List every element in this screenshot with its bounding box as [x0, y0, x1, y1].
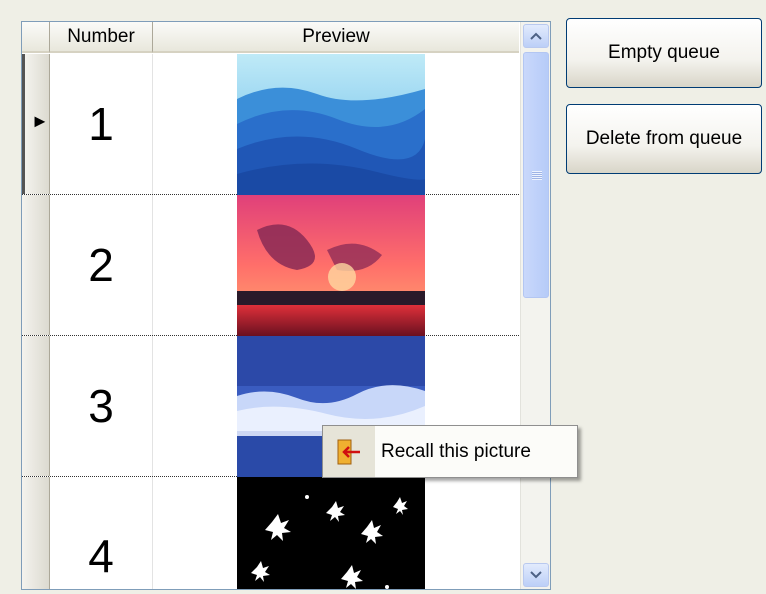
scroll-up-button[interactable]: [523, 24, 549, 48]
preview-cell[interactable]: [153, 195, 519, 336]
table-row[interactable]: 2: [22, 195, 519, 336]
row-number: 4: [50, 477, 153, 589]
delete-from-queue-button[interactable]: Delete from queue: [566, 104, 762, 174]
row-number: 2: [50, 195, 153, 335]
queue-grid[interactable]: Number Preview ► 1 2 3 4: [21, 21, 551, 590]
row-indicator[interactable]: ►: [22, 54, 50, 194]
grid-header: Number Preview: [22, 22, 519, 55]
chevron-down-icon: [530, 571, 542, 579]
row-indicator[interactable]: [22, 336, 50, 476]
table-row[interactable]: 4: [22, 477, 519, 589]
row-number: 3: [50, 336, 153, 476]
white-blossoms-on-black-image: [237, 477, 425, 589]
scroll-thumb[interactable]: [523, 52, 549, 298]
row-indicator[interactable]: [22, 477, 50, 589]
chevron-up-icon: [530, 32, 542, 40]
sunset-over-water-image: [237, 195, 425, 336]
preview-cell[interactable]: [153, 477, 519, 589]
number-column-header[interactable]: Number: [50, 22, 153, 53]
recall-picture-menu-item[interactable]: Recall this picture: [375, 426, 531, 477]
blue-mountains-image: [237, 54, 425, 195]
preview-cell[interactable]: [153, 54, 519, 195]
context-menu-icon-gutter: [323, 426, 375, 477]
row-pointer-icon: ►: [31, 111, 49, 131]
empty-queue-button[interactable]: Empty queue: [566, 18, 762, 88]
row-indicator[interactable]: [22, 195, 50, 335]
vertical-scrollbar[interactable]: [520, 22, 550, 589]
row-indicator-header: [22, 22, 50, 53]
scroll-grip-icon: [532, 171, 542, 180]
context-menu: Recall this picture: [322, 425, 578, 478]
recall-arrow-icon: [337, 439, 360, 464]
scroll-down-button[interactable]: [523, 563, 549, 587]
row-number: 1: [50, 54, 153, 194]
grid-rows: ► 1 2 3 4: [22, 54, 519, 589]
table-row[interactable]: ► 1: [22, 54, 519, 195]
preview-column-header[interactable]: Preview: [153, 22, 519, 53]
